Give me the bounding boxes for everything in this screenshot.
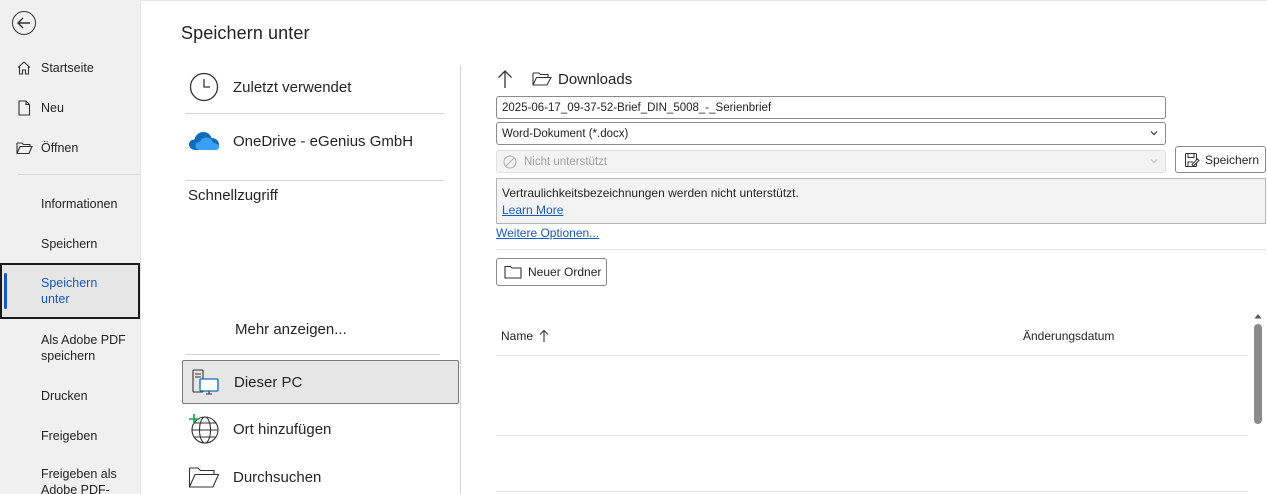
nav-label: Neu [41, 101, 64, 115]
nav-item-save[interactable]: Speichern [0, 234, 140, 254]
column-divider [460, 65, 461, 494]
filename-value: 2025-06-17_09-37-52-Brief_DIN_5008_-_Ser… [502, 101, 772, 114]
clock-icon [187, 70, 221, 104]
nav-label: Startseite [41, 61, 94, 75]
nav-label: Freigeben als Adobe PDF- [41, 467, 117, 494]
new-document-icon [15, 99, 33, 117]
nav-item-info[interactable]: Informationen [0, 194, 140, 214]
nav-label: Öffnen [41, 141, 79, 155]
nav-divider [18, 174, 140, 175]
onedrive-cloud-icon [187, 124, 221, 158]
folder-icon [532, 69, 552, 89]
open-folder-icon [15, 139, 33, 157]
nav-item-open[interactable]: Öffnen [0, 138, 140, 158]
save-button[interactable]: Speichern [1175, 146, 1266, 173]
globe-add-icon [187, 412, 221, 446]
save-as-panel: Speichern unter Zuletzt verwendet OneDri… [141, 0, 1267, 494]
up-arrow-icon[interactable] [496, 69, 514, 89]
folder-path: Downloads [496, 69, 632, 89]
file-type-select[interactable]: Word-Dokument (*.docx) [496, 122, 1166, 145]
location-this-pc[interactable]: Dieser PC [182, 360, 459, 404]
location-label: Durchsuchen [233, 468, 322, 486]
more-options-link[interactable]: Weitere Optionen... [496, 226, 599, 240]
nav-label: Speichern unter [41, 276, 98, 306]
nav-label: Drucken [41, 389, 88, 403]
table-header-divider [496, 355, 1248, 356]
computer-icon [188, 365, 222, 399]
chevron-down-icon [1150, 159, 1158, 164]
sensitivity-icon [503, 154, 517, 169]
nav-item-save-as[interactable]: Speichern unter [0, 263, 140, 319]
nav-label: Freigeben [41, 429, 98, 443]
column-header-label: Änderungsdatum [1023, 329, 1115, 343]
scroll-up-arrow-icon[interactable] [1253, 311, 1263, 321]
table-row-divider [496, 491, 1248, 492]
home-icon [15, 59, 33, 77]
folder-icon [504, 265, 522, 279]
location-onedrive[interactable]: OneDrive - eGenius GmbH [182, 121, 459, 161]
sensitivity-value: Nicht unterstützt [524, 155, 608, 168]
backstage-nav: Startseite Neu Öffnen Informationen Spei… [0, 0, 141, 494]
column-header-name[interactable]: Name [501, 329, 549, 343]
sensitivity-info-text: Vertraulichkeitsbezeichnungen werden nic… [502, 186, 799, 200]
nav-item-share[interactable]: Freigeben [0, 426, 140, 446]
sensitivity-info-box: Vertraulichkeitsbezeichnungen werden nic… [496, 178, 1266, 224]
nav-item-print[interactable]: Drucken [0, 386, 140, 406]
column-header-label: Name [501, 329, 534, 343]
current-folder-label[interactable]: Downloads [558, 71, 632, 88]
location-label: OneDrive - eGenius GmbH [233, 132, 414, 150]
location-label: Dieser PC [234, 373, 303, 391]
back-button[interactable] [12, 11, 36, 35]
location-divider [185, 113, 444, 114]
filename-input[interactable]: 2025-06-17_09-37-52-Brief_DIN_5008_-_Ser… [496, 96, 1166, 119]
back-arrow-icon [17, 17, 30, 29]
chevron-down-icon [1150, 131, 1158, 136]
new-folder-label: Neuer Ordner [528, 265, 602, 279]
new-folder-button[interactable]: Neuer Ordner [496, 258, 607, 286]
nav-item-home[interactable]: Startseite [0, 58, 140, 78]
quick-access-heading: Schnellzugriff [188, 187, 278, 204]
show-more-link[interactable]: Mehr anzeigen... [235, 321, 347, 338]
folder-icon [187, 460, 221, 494]
page-title: Speichern unter [181, 23, 310, 43]
file-type-value: Word-Dokument (*.docx) [502, 127, 629, 140]
learn-more-link[interactable]: Learn More [502, 202, 1260, 219]
nav-label: Als Adobe PDF speichern [41, 333, 126, 363]
column-header-modified[interactable]: Änderungsdatum [1023, 329, 1114, 343]
location-divider [185, 354, 440, 355]
location-browse[interactable]: Durchsuchen [182, 457, 459, 494]
scrollbar-thumb[interactable] [1254, 324, 1262, 424]
location-label: Ort hinzufügen [233, 420, 332, 438]
section-divider [496, 249, 1266, 250]
location-recent[interactable]: Zuletzt verwendet [182, 67, 459, 107]
sensitivity-select: Nicht unterstützt [496, 150, 1166, 173]
table-row-divider [496, 435, 1248, 436]
save-button-label: Speichern [1205, 152, 1260, 167]
location-divider [185, 180, 444, 181]
save-edit-icon [1184, 152, 1200, 167]
location-add-place[interactable]: Ort hinzufügen [182, 409, 459, 449]
location-label: Zuletzt verwendet [233, 78, 352, 96]
nav-item-new[interactable]: Neu [0, 98, 140, 118]
nav-label: Speichern [41, 237, 98, 251]
nav-item-share-adobe-pdf[interactable]: Freigeben als Adobe PDF- [0, 466, 140, 494]
nav-item-save-adobe-pdf[interactable]: Als Adobe PDF speichern [0, 330, 140, 366]
sort-ascending-icon [539, 329, 549, 342]
nav-label: Informationen [41, 197, 118, 211]
